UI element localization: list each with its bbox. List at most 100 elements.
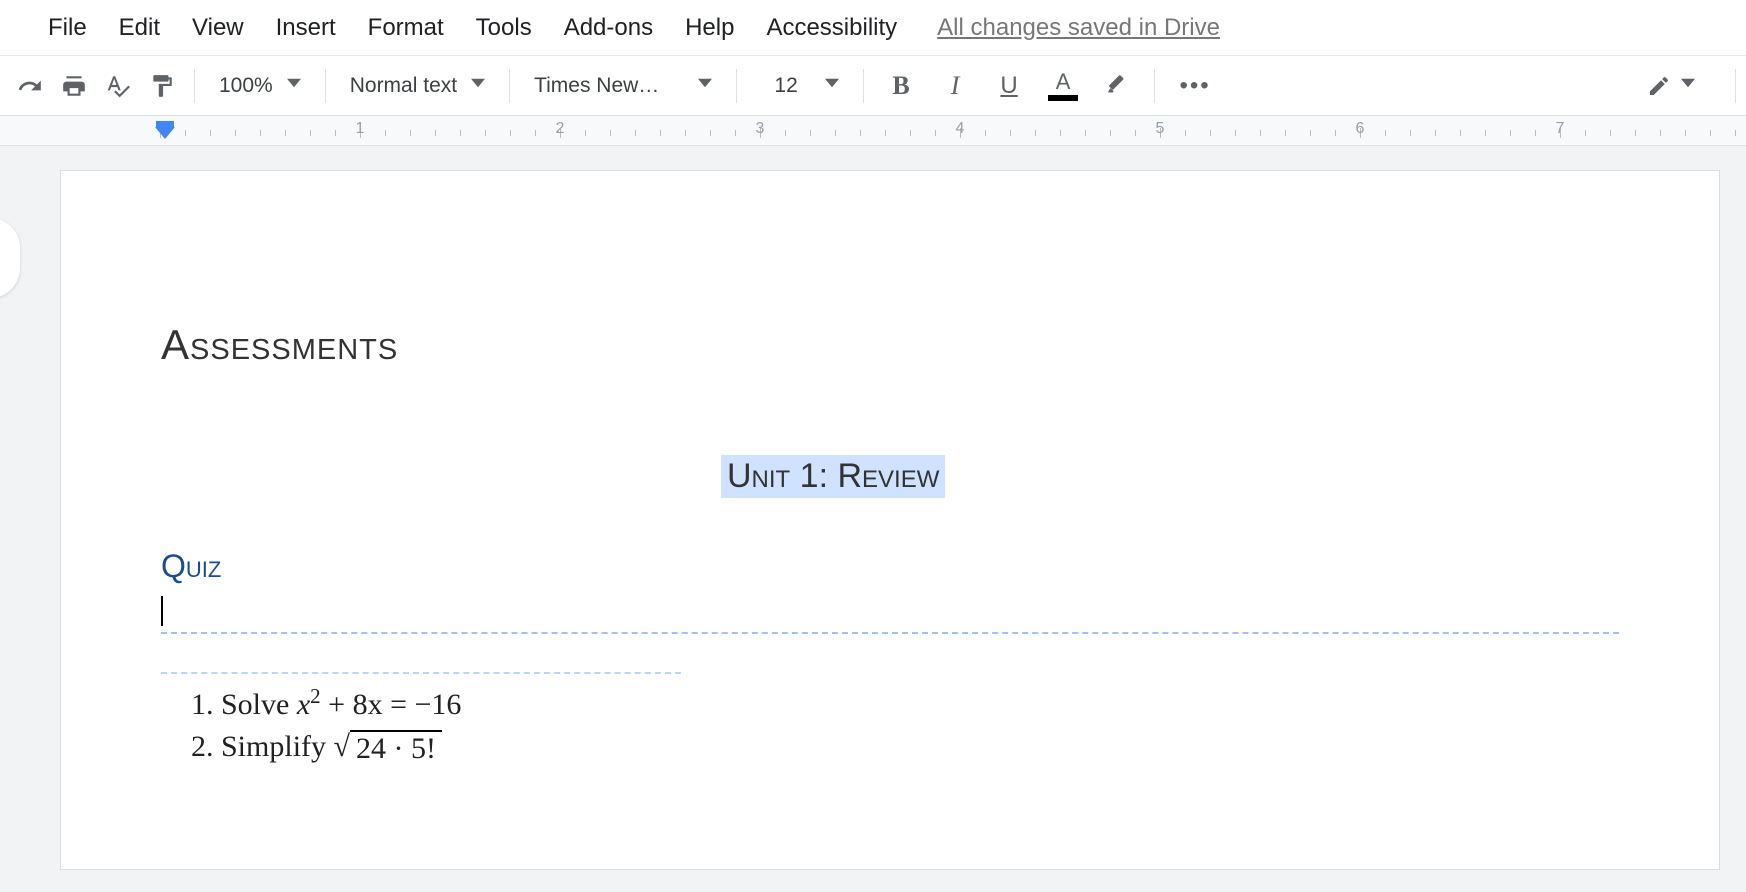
menu-format[interactable]: Format [352, 14, 460, 42]
ruler-label: 1 [356, 120, 365, 138]
ruler-tick [235, 130, 236, 136]
caret-down-icon [1681, 76, 1695, 95]
paragraph-style-combo[interactable]: Normal text [336, 64, 499, 108]
ruler-label: 4 [956, 120, 965, 138]
ruler-tick [910, 130, 911, 136]
font-size-combo[interactable]: 12 [747, 64, 853, 108]
caret-down-icon [698, 76, 712, 95]
zoom-value: 100% [219, 74, 273, 98]
italic-button[interactable]: I [928, 64, 982, 108]
ruler-tick [1510, 130, 1511, 136]
ruler-label: 6 [1356, 120, 1365, 138]
separator [736, 69, 737, 103]
menu-help[interactable]: Help [669, 14, 750, 42]
ruler-tick [860, 130, 861, 136]
ruler-tick [1635, 130, 1636, 136]
paint-format-button[interactable] [140, 64, 184, 108]
underline-button[interactable]: U [982, 64, 1036, 108]
ruler-tick [385, 130, 386, 136]
question-list[interactable]: Solve x2 + 8x = −16 Simplify √24 · 5! [161, 684, 1619, 766]
question-1[interactable]: Solve x2 + 8x = −16 [221, 684, 1619, 722]
heading-quiz[interactable]: Quiz [161, 548, 1619, 585]
font-family-value: Times New… [534, 74, 684, 98]
sub-divider [161, 672, 681, 674]
menu-accessibility[interactable]: Accessibility [750, 14, 913, 42]
ruler-tick [585, 130, 586, 136]
ruler-tick [1735, 130, 1736, 136]
page-content[interactable]: Assessments Unit 1: Review Quiz Solve x2… [61, 171, 1719, 814]
pen-icon [1647, 74, 1671, 98]
bold-button[interactable]: B [874, 64, 928, 108]
editing-mode-combo[interactable] [1647, 74, 1695, 98]
page[interactable]: Assessments Unit 1: Review Quiz Solve x2… [60, 170, 1720, 870]
text-caret-line[interactable] [161, 593, 1619, 626]
toolbar: 100% Normal text Times New… 12 B I U A •… [0, 56, 1746, 116]
caret-down-icon [287, 76, 301, 95]
outline-toggle[interactable] [0, 218, 20, 298]
menu-insert[interactable]: Insert [260, 14, 352, 42]
ruler-tick [985, 130, 986, 136]
redo-button[interactable] [8, 64, 52, 108]
print-icon [61, 73, 87, 99]
ruler-tick [410, 130, 411, 136]
ruler-label: 5 [1156, 120, 1165, 138]
ruler-tick [1285, 130, 1286, 136]
font-family-combo[interactable]: Times New… [520, 64, 726, 108]
more-tools-button[interactable]: ••• [1165, 64, 1225, 108]
ruler[interactable]: 1234567 [0, 116, 1746, 146]
ruler-tick [1135, 130, 1136, 136]
menu-tools[interactable]: Tools [460, 14, 548, 42]
ruler-tick [185, 130, 186, 136]
menu-file[interactable]: File [32, 14, 103, 42]
save-status[interactable]: All changes saved in Drive [937, 14, 1220, 42]
ruler-tick [810, 130, 811, 136]
ruler-tick [1485, 130, 1486, 136]
menu-edit[interactable]: Edit [103, 14, 176, 42]
ruler-tick [1660, 130, 1661, 136]
ruler-tick [1385, 130, 1386, 136]
ruler-tick [1085, 130, 1086, 136]
ruler-tick [1710, 130, 1711, 136]
more-icon: ••• [1179, 72, 1210, 100]
separator [863, 69, 864, 103]
ruler-tick [1610, 130, 1611, 136]
ruler-tick [1010, 130, 1011, 136]
ruler-tick [1235, 130, 1236, 136]
menu-addons[interactable]: Add-ons [548, 14, 669, 42]
separator [1154, 69, 1155, 103]
ruler-tick [1335, 130, 1336, 136]
text-style-group: B I U A [874, 64, 1144, 108]
heading-unit-review[interactable]: Unit 1: Review [721, 455, 945, 498]
ruler-label: 2 [556, 120, 565, 138]
ruler-tick [535, 130, 536, 136]
menu-view[interactable]: View [176, 14, 260, 42]
text-color-button[interactable]: A [1036, 64, 1090, 108]
ruler-tick [735, 130, 736, 136]
highlighter-icon [1104, 73, 1130, 99]
ruler-tick [885, 130, 886, 136]
spellcheck-button[interactable] [96, 64, 140, 108]
ruler-tick [1535, 130, 1536, 136]
ruler-tick [310, 130, 311, 136]
ruler-tick [1210, 130, 1211, 136]
ruler-tick [1110, 130, 1111, 136]
print-button[interactable] [52, 64, 96, 108]
paragraph-style-value: Normal text [350, 74, 457, 98]
text-caret [161, 596, 163, 626]
q1-math: x2 + 8x = −16 [297, 688, 462, 721]
zoom-combo[interactable]: 100% [205, 64, 315, 108]
ruler-tick [335, 130, 336, 136]
ruler-tick [460, 130, 461, 136]
paint-format-icon [149, 73, 175, 99]
heading-assessments[interactable]: Assessments [161, 321, 1619, 369]
ruler-tick [260, 130, 261, 136]
question-2[interactable]: Simplify √24 · 5! [221, 730, 1619, 766]
spellcheck-icon [105, 73, 131, 99]
q2-text: Simplify [221, 730, 334, 763]
highlight-color-button[interactable] [1090, 64, 1144, 108]
ruler-tick [1310, 130, 1311, 136]
ruler-tick [710, 130, 711, 136]
redo-icon [17, 73, 43, 99]
ruler-tick [210, 130, 211, 136]
indent-marker[interactable] [155, 122, 175, 139]
